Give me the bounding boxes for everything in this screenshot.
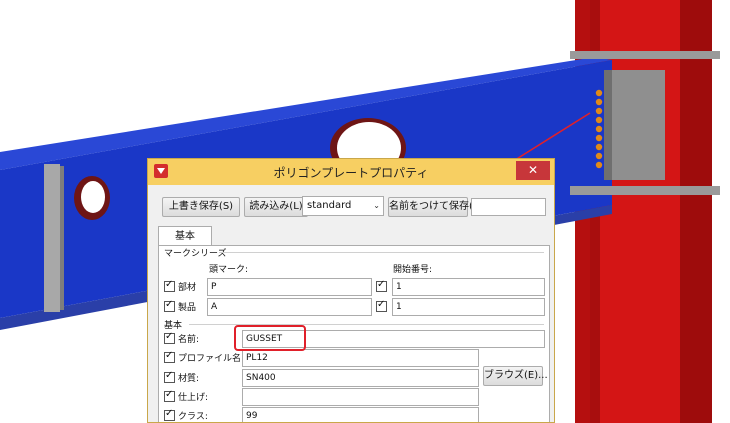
- browse-button[interactable]: ブラウズ(E)...: [483, 366, 548, 386]
- name-label: 名前:: [178, 335, 200, 345]
- checkbox-check-icon: ✓: [165, 331, 174, 342]
- profile-input[interactable]: PL12: [242, 349, 479, 367]
- checkbox-check-icon: ✓: [377, 299, 386, 310]
- checkbox-check-icon: ✓: [165, 299, 174, 310]
- class-label: クラス:: [178, 412, 208, 422]
- checkbox-check-icon: ✓: [165, 389, 174, 400]
- part-checkbox[interactable]: ✓: [164, 279, 175, 292]
- prefix-mark-header: 頭マーク:: [209, 265, 249, 275]
- assembly-prefix-input[interactable]: A: [207, 298, 372, 316]
- connection-flange-plate-bottom: [570, 186, 720, 195]
- basic-group-label: 基本: [164, 321, 183, 331]
- tab-panel-basic: マークシリーズ 頭マーク: 開始番号: ✓ 部材 P ✓ 1 ✓ 製品 A ✓ …: [158, 245, 550, 422]
- load-button[interactable]: 読み込み(L): [244, 197, 308, 217]
- tab-basic[interactable]: 基本: [158, 226, 212, 247]
- finish-input[interactable]: [242, 388, 479, 406]
- part-start-input[interactable]: 1: [392, 278, 545, 296]
- save-button[interactable]: 上書き保存(S): [162, 197, 240, 217]
- preset-select-value: standard: [307, 200, 352, 211]
- save-as-name-input[interactable]: [471, 198, 546, 216]
- finish-checkbox[interactable]: ✓: [164, 389, 175, 402]
- checkbox-check-icon: ✓: [165, 370, 174, 381]
- dialog-title: ポリゴンプレートプロパティ: [273, 166, 429, 180]
- bolt: [595, 143, 603, 151]
- checkbox-check-icon: ✓: [165, 408, 174, 419]
- profile-label: プロファイル名:: [178, 354, 245, 364]
- stiffener-plate: [44, 164, 60, 312]
- start-number-header: 開始番号:: [393, 265, 433, 275]
- name-checkbox[interactable]: ✓: [164, 331, 175, 344]
- close-button[interactable]: ✕: [516, 161, 550, 180]
- assembly-start-input[interactable]: 1: [392, 298, 545, 316]
- dialog-titlebar[interactable]: ポリゴンプレートプロパティ ✕: [148, 159, 554, 185]
- bolt: [595, 161, 603, 169]
- class-checkbox[interactable]: ✓: [164, 408, 175, 421]
- polygon-plate-properties-dialog: ポリゴンプレートプロパティ ✕ 上書き保存(S) 読み込み(L) standar…: [147, 158, 555, 423]
- assembly-start-checkbox[interactable]: ✓: [376, 299, 387, 312]
- profile-checkbox[interactable]: ✓: [164, 350, 175, 363]
- connection-flange-plate-top: [570, 51, 720, 59]
- mark-series-group-label: マークシリーズ: [164, 249, 227, 259]
- bolt: [595, 98, 603, 106]
- assembly-checkbox[interactable]: ✓: [164, 299, 175, 312]
- bolt: [595, 116, 603, 124]
- part-prefix-input[interactable]: P: [207, 278, 372, 296]
- class-input[interactable]: 99: [242, 407, 479, 422]
- stiffener-plate-2: [60, 166, 64, 310]
- finish-label: 仕上げ:: [178, 393, 209, 403]
- close-icon: ✕: [527, 163, 539, 177]
- material-input[interactable]: SN400: [242, 369, 479, 387]
- material-label: 材質:: [178, 374, 200, 384]
- gusset-plate-shade: [604, 70, 612, 180]
- name-highlight-annotation: [234, 325, 306, 351]
- part-label: 部材: [178, 283, 197, 293]
- preset-select[interactable]: standard ⌄: [302, 196, 384, 216]
- bolt: [595, 89, 603, 97]
- web-opening-inner: [81, 181, 105, 213]
- part-start-checkbox[interactable]: ✓: [376, 279, 387, 292]
- assembly-label: 製品: [178, 303, 197, 313]
- column-side: [680, 0, 712, 423]
- bolt: [595, 134, 603, 142]
- checkbox-check-icon: ✓: [165, 279, 174, 290]
- bolt: [595, 152, 603, 160]
- gusset-plate: [604, 70, 665, 180]
- chevron-down-icon: ⌄: [373, 201, 380, 210]
- material-checkbox[interactable]: ✓: [164, 370, 175, 383]
- save-as-button[interactable]: 名前をつけて保存(N): [388, 197, 484, 217]
- checkbox-check-icon: ✓: [377, 279, 386, 290]
- bolt: [595, 107, 603, 115]
- bolt: [595, 125, 603, 133]
- checkbox-check-icon: ✓: [165, 350, 174, 361]
- group-divider: [219, 252, 544, 253]
